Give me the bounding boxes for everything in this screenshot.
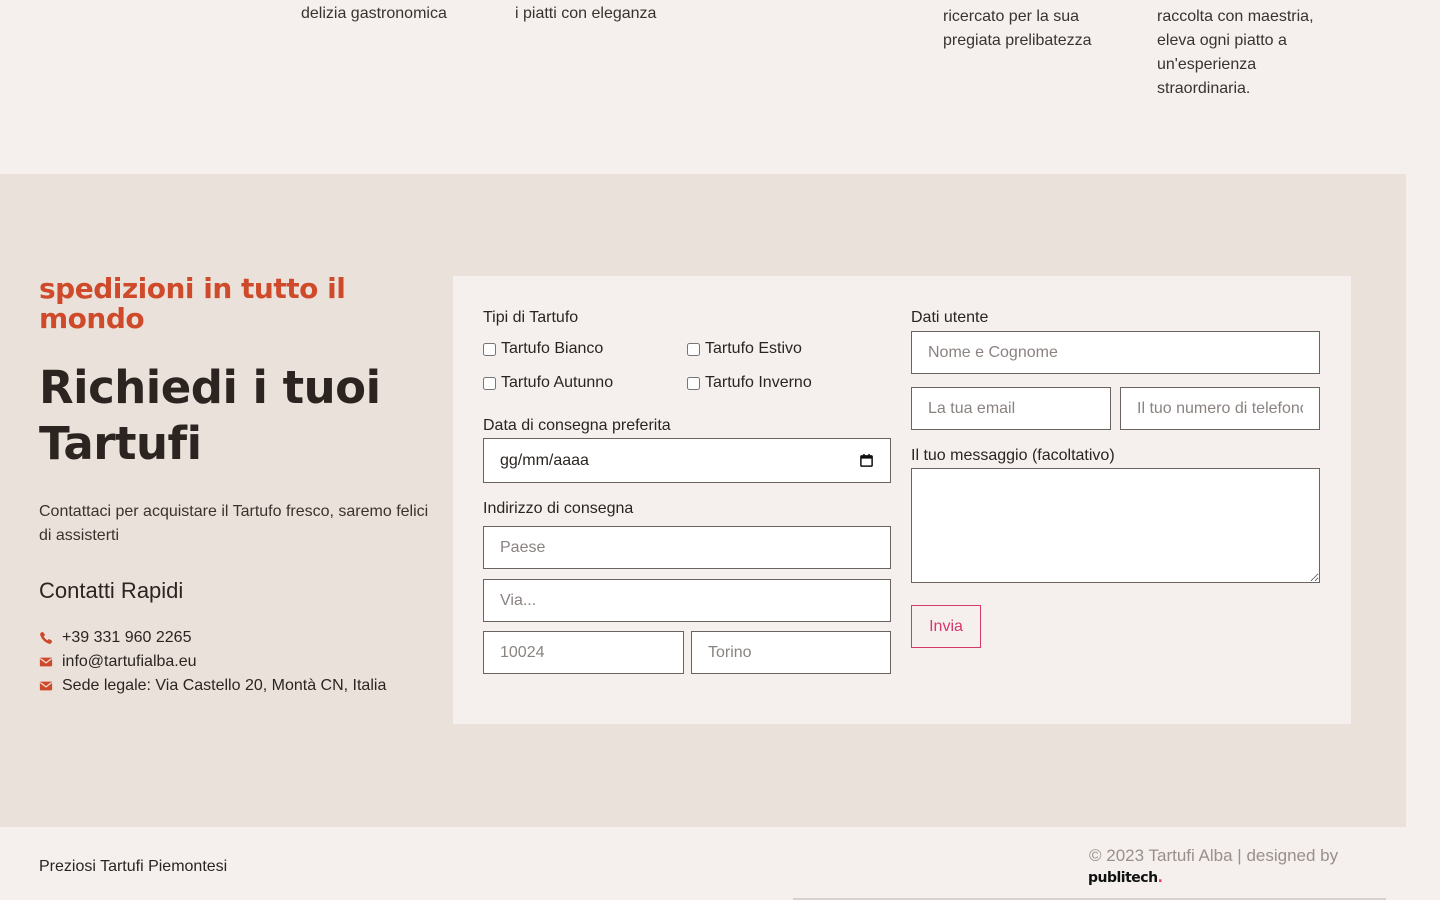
feature-text-3: ricercato per la sua pregiata prelibatez… [943,5,1092,53]
checkbox-tartufo-estivo[interactable]: Tartufo Estivo [687,340,802,358]
footer-copyright: © 2023 Tartufi Alba | designed by [1089,846,1339,865]
envelope-icon [39,657,53,667]
user-data-label: Dati utente [911,309,989,326]
contact-info: spedizioni in tutto il mondo Richiedi i … [39,274,439,698]
checkbox-input[interactable] [687,376,700,390]
publitech-logo[interactable]: publitech. [1088,870,1163,886]
envelope-icon [39,681,53,691]
checkbox-label: Tartufo Autunno [501,374,614,391]
message-textarea[interactable] [911,468,1320,583]
contact-section: spedizioni in tutto il mondo Richiedi i … [0,174,1406,827]
feature-line: un'esperienza [1157,56,1257,73]
contact-phone[interactable]: +39 331 960 2265 [39,626,439,650]
contact-address: Sede legale: Via Castello 20, Montà CN, … [39,674,439,698]
feature-line: ricercato per la sua [943,8,1080,25]
footer-tagline: Preziosi Tartufi Piemontesi [39,858,228,875]
phone-icon [40,631,53,644]
delivery-date-input[interactable]: gg/mm/aaaa [483,438,891,483]
country-input[interactable] [483,526,891,569]
footer: Preziosi Tartufi Piemontesi © 2023 Tartu… [0,827,1440,900]
quick-contacts-title: Contatti Rapidi [39,578,184,603]
feature-text-1: delizia gastronomica [301,2,447,26]
delivery-date-label: Data di consegna preferita [483,417,671,434]
zip-input[interactable] [483,631,684,674]
features-section: delizia gastronomica i piatti con elegan… [0,0,1440,174]
email-input[interactable] [911,387,1111,430]
feature-text-2: i piatti con eleganza [515,2,656,26]
feature-line: straordinaria. [1157,80,1251,97]
order-form: Tipi di Tartufo Tartufo Bianco Tartufo E… [453,276,1351,724]
feature-line: delizia gastronomica [301,5,447,22]
message-label: Il tuo messaggio (facoltativo) [911,447,1115,464]
section-lead: Contattaci per acquistare il Tartufo fre… [39,503,429,544]
checkbox-tartufo-bianco[interactable]: Tartufo Bianco [483,340,603,358]
contact-phone-text: +39 331 960 2265 [62,629,192,646]
section-title: Richiedi i tuoi Tartufi [39,361,381,470]
city-input[interactable] [691,631,891,674]
calendar-icon[interactable] [859,453,874,468]
checkbox-tartufo-inverno[interactable]: Tartufo Inverno [687,374,812,392]
feature-line: eleva ogni piatto a [1157,32,1287,49]
contact-email-text: info@tartufialba.eu [62,653,197,670]
date-value: gg/mm/aaaa [500,451,589,469]
checkbox-label: Tartufo Estivo [705,340,802,357]
feature-line: raccolta con maestria, [1157,8,1314,25]
brand-dot: . [1157,870,1163,886]
delivery-address-label: Indirizzo di consegna [483,500,634,517]
phone-input[interactable] [1120,387,1320,430]
checkbox-input[interactable] [483,342,496,356]
street-input[interactable] [483,579,891,622]
contact-list: +39 331 960 2265 info@tartufialba.eu Sed… [39,626,439,698]
checkbox-label: Tartufo Bianco [501,340,604,357]
submit-button[interactable]: Invia [911,605,981,648]
section-kicker: spedizioni in tutto il mondo [39,272,346,335]
contact-email[interactable]: info@tartufialba.eu [39,650,439,674]
feature-text-4: raccolta con maestria, eleva ogni piatto… [1157,5,1314,101]
feature-line: i piatti con eleganza [515,5,657,22]
feature-line: pregiata prelibatezza [943,32,1092,49]
checkbox-label: Tartufo Inverno [705,374,812,391]
checkbox-input[interactable] [483,376,496,390]
name-input[interactable] [911,331,1320,374]
checkbox-tartufo-autunno[interactable]: Tartufo Autunno [483,374,613,392]
contact-address-text: Sede legale: Via Castello 20, Montà CN, … [62,677,387,694]
brand-name: publitech [1088,870,1158,886]
truffle-types-label: Tipi di Tartufo [483,309,579,326]
checkbox-input[interactable] [687,342,700,356]
